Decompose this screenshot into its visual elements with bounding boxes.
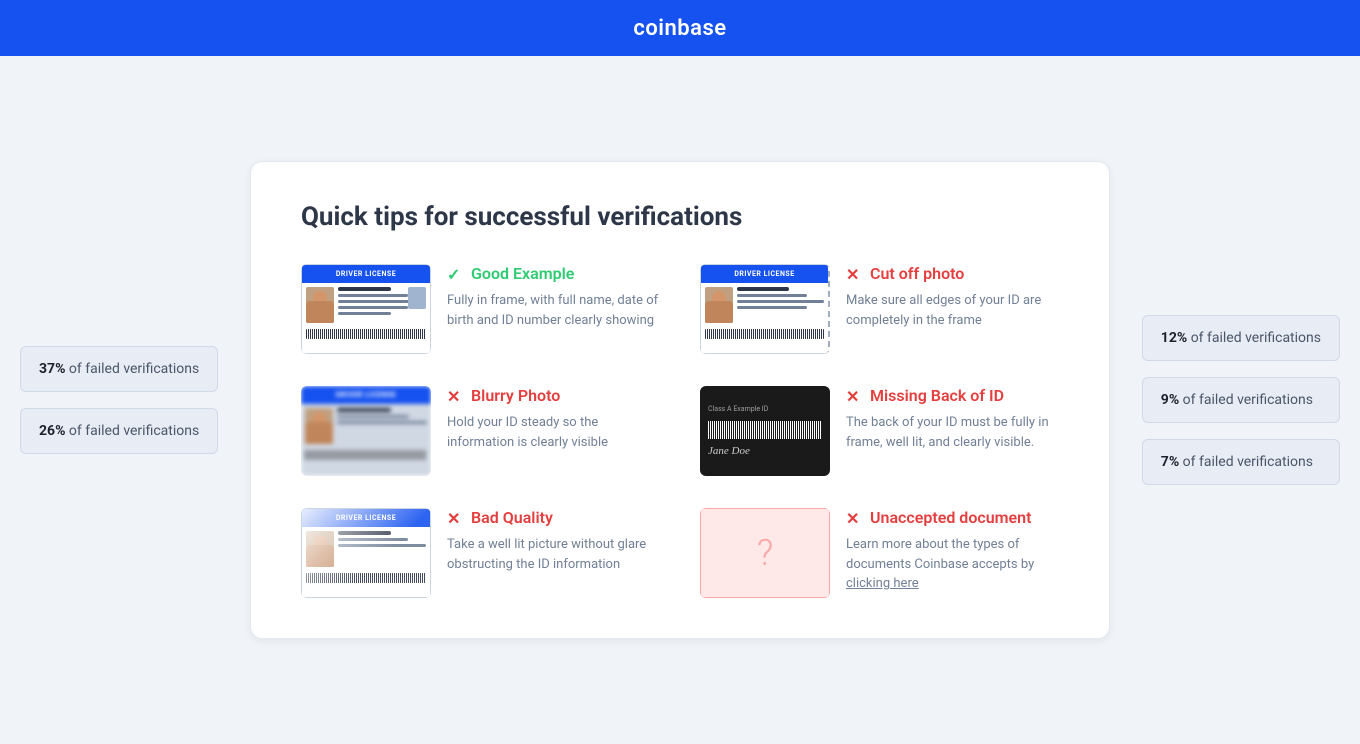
stat-label-left-2: of failed verifications (69, 423, 199, 439)
tip-blurry: DRIVER LICENSE (301, 386, 660, 476)
check-icon: ✓ (447, 265, 465, 283)
tip-desc-back: The back of your ID must be fully in fra… (846, 413, 1059, 452)
tip-cut-off: DRIVER LICENSE (700, 264, 1059, 354)
tip-title-cutoff: Cut off photo (870, 264, 964, 283)
tip-image-bad: DRIVER LICENSE (301, 508, 431, 598)
tip-title-back: Missing Back of ID (870, 386, 1004, 405)
coinbase-logo: coinbase (633, 16, 726, 41)
side-stats-right: 12% of failed verifications 9% of failed… (1142, 315, 1340, 485)
x-icon-back: ✕ (846, 387, 864, 405)
stat-label-right-2: of failed verifications (1183, 392, 1313, 408)
tip-label-bad: ✕ Bad Quality (447, 508, 660, 527)
x-icon-cutoff: ✕ (846, 265, 864, 283)
id-card-back: Class A Example ID Jane Doe (700, 386, 830, 476)
main-card: Quick tips for successful verifications … (250, 161, 1110, 639)
tip-title-bad: Bad Quality (471, 508, 553, 527)
tip-content-back: ✕ Missing Back of ID The back of your ID… (846, 386, 1059, 452)
stat-box-left-1: 37% of failed verifications (20, 346, 218, 392)
tip-desc-cutoff: Make sure all edges of your ID are compl… (846, 291, 1059, 330)
tip-label-cutoff: ✕ Cut off photo (846, 264, 1059, 283)
tip-good-example: DRIVER LICENSE (301, 264, 660, 354)
id-card-unknown: ? (700, 508, 830, 598)
tip-missing-back: Class A Example ID Jane Doe ✕ Missing Ba… (700, 386, 1059, 476)
stat-box-right-1: 12% of failed verifications (1142, 315, 1340, 361)
tip-title-unaccepted: Unaccepted document (870, 508, 1031, 527)
tip-desc-good: Fully in frame, with full name, date of … (447, 291, 660, 330)
id-card-good: DRIVER LICENSE (301, 264, 431, 354)
tip-content-blurry: ✕ Blurry Photo Hold your ID steady so th… (447, 386, 660, 452)
tip-desc-blurry: Hold your ID steady so the information i… (447, 413, 660, 452)
tip-image-blurry: DRIVER LICENSE (301, 386, 431, 476)
header: coinbase (0, 0, 1360, 56)
tip-desc-bad: Take a well lit picture without glare ob… (447, 535, 660, 574)
tip-desc-unaccepted: Learn more about the types of documents … (846, 535, 1059, 594)
stat-percent-right-1: 12% (1161, 330, 1187, 346)
id-card-blurry: DRIVER LICENSE (301, 386, 431, 476)
tip-image-good: DRIVER LICENSE (301, 264, 431, 354)
tip-content-good: ✓ Good Example Fully in frame, with full… (447, 264, 660, 330)
tip-image-unknown: ? (700, 508, 830, 598)
tip-content-cutoff: ✕ Cut off photo Make sure all edges of y… (846, 264, 1059, 330)
tips-grid: DRIVER LICENSE (301, 264, 1059, 598)
tip-content-unaccepted: ✕ Unaccepted document Learn more about t… (846, 508, 1059, 594)
stat-box-right-2: 9% of failed verifications (1142, 377, 1340, 423)
page-title: Quick tips for successful verifications (301, 202, 1059, 232)
tip-label-unaccepted: ✕ Unaccepted document (846, 508, 1059, 527)
question-mark-icon: ? (757, 532, 773, 574)
stat-box-left-2: 26% of failed verifications (20, 408, 218, 454)
stat-label-right-1: of failed verifications (1191, 330, 1321, 346)
clicking-here-link[interactable]: clicking here (846, 576, 919, 591)
page-body: 37% of failed verifications 26% of faile… (0, 56, 1360, 744)
tip-bad-quality: DRIVER LICENSE (301, 508, 660, 598)
stat-label-left-1: of failed verifications (69, 361, 199, 377)
stat-percent-right-3: 7% (1161, 454, 1179, 470)
tip-content-bad: ✕ Bad Quality Take a well lit picture wi… (447, 508, 660, 574)
tip-label-blurry: ✕ Blurry Photo (447, 386, 660, 405)
stat-percent-right-2: 9% (1161, 392, 1179, 408)
tip-label-good: ✓ Good Example (447, 264, 660, 283)
stat-percent-left-2: 26% (39, 423, 65, 439)
tip-unaccepted: ? ✕ Unaccepted document Learn more about… (700, 508, 1059, 598)
tip-image-back: Class A Example ID Jane Doe (700, 386, 830, 476)
stat-label-right-3: of failed verifications (1183, 454, 1313, 470)
x-icon-bad: ✕ (447, 509, 465, 527)
id-card-bad-quality: DRIVER LICENSE (301, 508, 431, 598)
tip-label-back: ✕ Missing Back of ID (846, 386, 1059, 405)
side-stats-left: 37% of failed verifications 26% of faile… (20, 346, 218, 454)
id-card-cutoff: DRIVER LICENSE (700, 264, 830, 354)
tip-title-good: Good Example (471, 264, 574, 283)
tip-image-cutoff: DRIVER LICENSE (700, 264, 830, 354)
stat-percent-left-1: 37% (39, 361, 65, 377)
x-icon-blurry: ✕ (447, 387, 465, 405)
stat-box-right-3: 7% of failed verifications (1142, 439, 1340, 485)
tip-title-blurry: Blurry Photo (471, 386, 560, 405)
x-icon-unaccepted: ✕ (846, 509, 864, 527)
